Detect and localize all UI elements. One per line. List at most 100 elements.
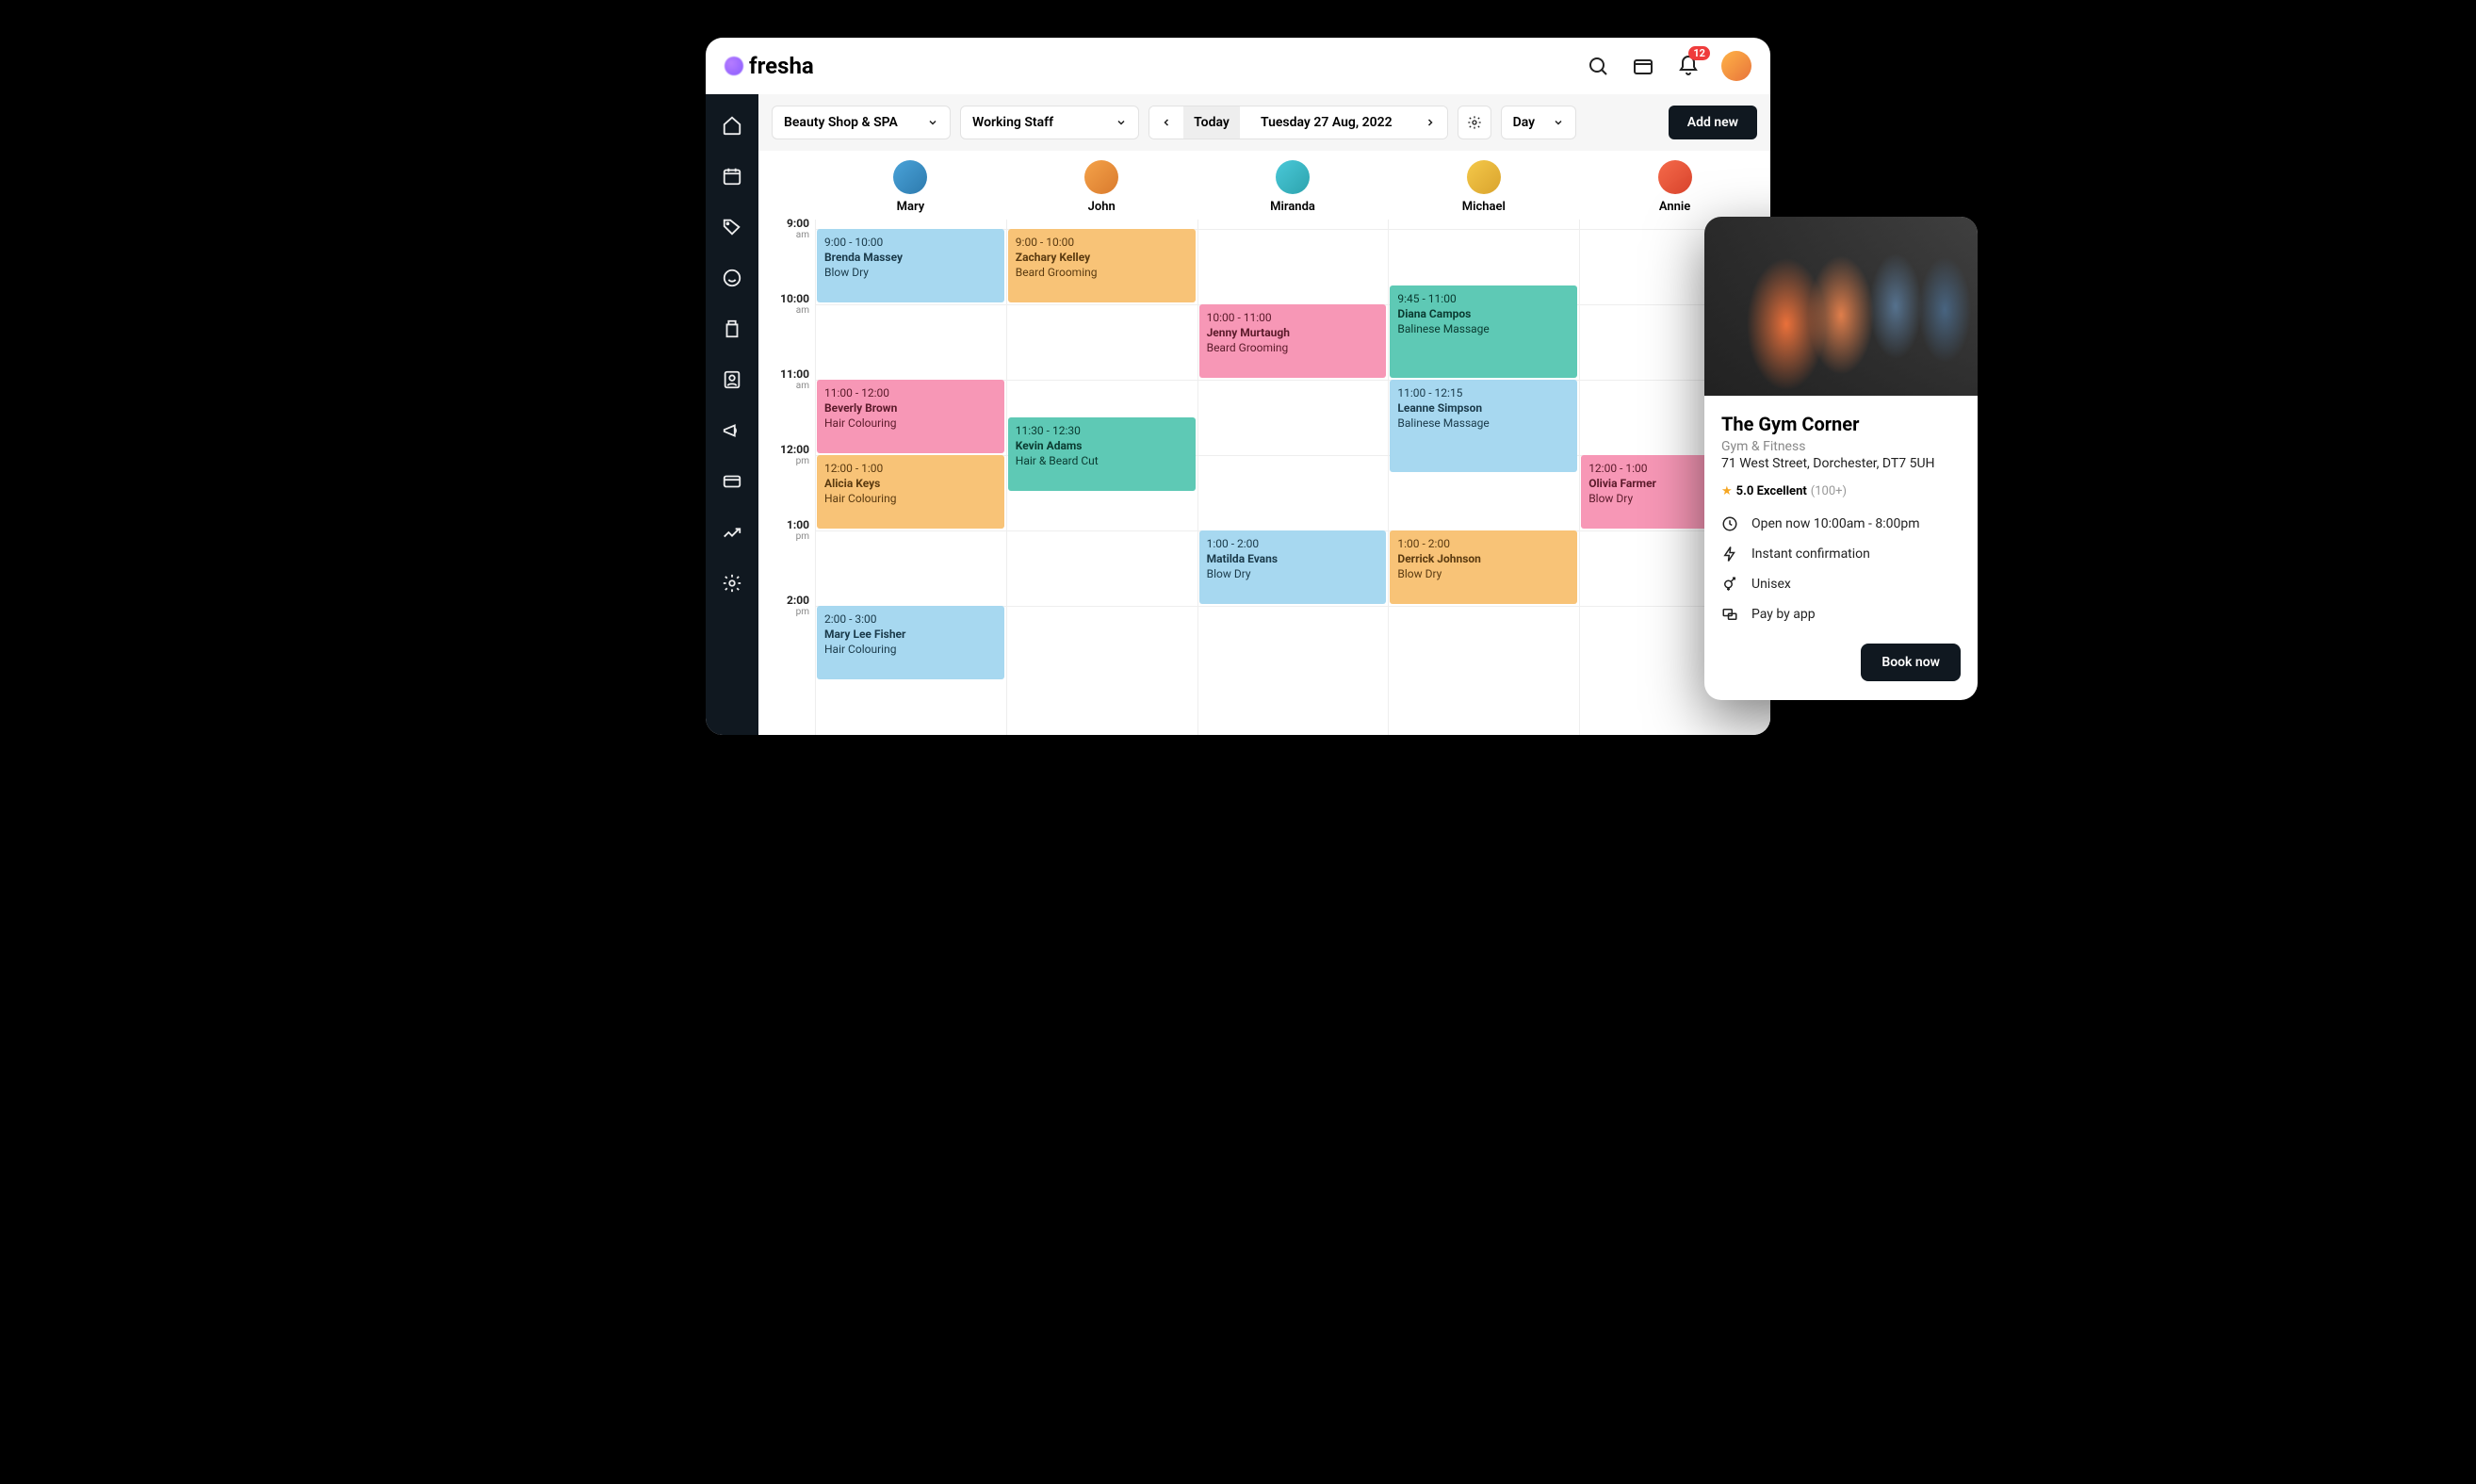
event-time: 9:00 - 10:00 <box>1016 235 1188 250</box>
staff-column <box>1197 220 1389 735</box>
book-now-button[interactable]: Book now <box>1861 644 1961 681</box>
location-dropdown[interactable]: Beauty Shop & SPA <box>772 106 951 139</box>
staff-avatar <box>1467 160 1501 194</box>
rating-score: 5.0 Excellent <box>1736 484 1807 498</box>
calendar-icon[interactable] <box>722 166 742 190</box>
staff-header[interactable]: Annie <box>1579 160 1770 214</box>
card-icon[interactable] <box>722 471 742 496</box>
event-time: 9:00 - 10:00 <box>824 235 997 250</box>
calendar-event[interactable]: 9:45 - 11:00Diana CamposBalinese Massage <box>1390 285 1577 378</box>
feature-hours: Open now 10:00am - 8:00pm <box>1721 515 1961 532</box>
venue-category: Gym & Fitness <box>1721 439 1961 454</box>
staff-filter-dropdown[interactable]: Working Staff <box>960 106 1139 139</box>
staff-header[interactable]: John <box>1006 160 1197 214</box>
event-time: 1:00 - 2:00 <box>1207 536 1379 551</box>
staff-avatar <box>1658 160 1692 194</box>
home-icon[interactable] <box>722 115 742 139</box>
calendar-event[interactable]: 1:00 - 2:00Derrick JohnsonBlow Dry <box>1390 530 1577 604</box>
staff-header[interactable]: Mary <box>815 160 1006 214</box>
event-client: Kevin Adams <box>1016 438 1188 453</box>
view-dropdown[interactable]: Day <box>1501 106 1576 139</box>
mobile-card: The Gym Corner Gym & Fitness 71 West Str… <box>1704 217 1978 700</box>
staff-name: Michael <box>1462 200 1506 214</box>
contact-icon[interactable] <box>722 369 742 394</box>
smile-icon[interactable] <box>722 268 742 292</box>
settings-icon[interactable] <box>722 573 742 597</box>
event-service: Beard Grooming <box>1016 265 1188 280</box>
time-label: 12:00pm <box>780 444 809 466</box>
calendar-event[interactable]: 9:00 - 10:00Zachary KelleyBeard Grooming <box>1008 229 1196 302</box>
feature-gender-text: Unisex <box>1751 577 1791 592</box>
product-icon[interactable] <box>722 318 742 343</box>
calendar-event[interactable]: 12:00 - 1:00Alicia KeysHair Colouring <box>817 455 1004 529</box>
gender-icon <box>1721 576 1738 593</box>
staff-name: Mary <box>897 200 925 214</box>
staff-avatar <box>1276 160 1310 194</box>
calendar-settings-button[interactable] <box>1458 106 1491 139</box>
event-time: 1:00 - 2:00 <box>1397 536 1570 551</box>
time-label: 2:00pm <box>787 595 809 617</box>
staff-name: Miranda <box>1270 200 1315 214</box>
feature-hours-text: Open now 10:00am - 8:00pm <box>1751 516 1920 531</box>
venue-title: The Gym Corner <box>1721 413 1961 435</box>
staff-header[interactable]: Michael <box>1388 160 1579 214</box>
feature-confirm: Instant confirmation <box>1721 546 1961 563</box>
megaphone-icon[interactable] <box>722 420 742 445</box>
event-service: Beard Grooming <box>1207 340 1379 355</box>
sidebar <box>706 94 758 735</box>
calendar-event[interactable]: 2:00 - 3:00Mary Lee FisherHair Colouring <box>817 606 1004 679</box>
next-day-button[interactable] <box>1413 106 1447 139</box>
calendar-event[interactable]: 10:00 - 11:00Jenny MurtaughBeard Groomin… <box>1199 304 1387 378</box>
event-client: Derrick Johnson <box>1397 551 1570 566</box>
current-date[interactable]: Tuesday 27 Aug, 2022 <box>1240 106 1413 139</box>
calendar-event[interactable]: 11:30 - 12:30Kevin AdamsHair & Beard Cut <box>1008 417 1196 491</box>
event-client: Matilda Evans <box>1207 551 1379 566</box>
event-client: Jenny Murtaugh <box>1207 325 1379 340</box>
star-icon: ★ <box>1721 484 1733 498</box>
wallet-icon[interactable] <box>1631 54 1655 78</box>
event-client: Zachary Kelley <box>1016 250 1188 265</box>
search-icon[interactable] <box>1586 54 1610 78</box>
main: Beauty Shop & SPA Working Staff Today Tu… <box>758 94 1770 735</box>
app-window: fresha 12 <box>706 38 1770 735</box>
location-label: Beauty Shop & SPA <box>784 115 898 130</box>
device-pay-icon <box>1721 606 1738 623</box>
logo-icon <box>725 57 743 75</box>
prev-day-button[interactable] <box>1149 106 1183 139</box>
event-service: Balinese Massage <box>1397 416 1570 431</box>
analytics-icon[interactable] <box>722 522 742 546</box>
event-time: 12:00 - 1:00 <box>824 461 997 476</box>
event-service: Balinese Massage <box>1397 321 1570 336</box>
calendar-event[interactable]: 1:00 - 2:00Matilda EvansBlow Dry <box>1199 530 1387 604</box>
event-time: 10:00 - 11:00 <box>1207 310 1379 325</box>
chevron-down-icon <box>1116 117 1127 128</box>
venue-address: 71 West Street, Dorchester, DT7 5UH <box>1721 456 1961 471</box>
staff-header[interactable]: Miranda <box>1197 160 1389 214</box>
venue-rating: ★ 5.0 Excellent (100+) <box>1721 484 1961 498</box>
event-time: 2:00 - 3:00 <box>824 612 997 627</box>
grid-body[interactable]: 9:00 - 10:00Brenda MasseyBlow Dry9:00 - … <box>815 220 1770 735</box>
staff-avatar <box>1084 160 1118 194</box>
feature-pay: Pay by app <box>1721 606 1961 623</box>
add-new-button[interactable]: Add new <box>1669 106 1757 139</box>
event-service: Hair Colouring <box>824 491 997 506</box>
time-label: 9:00am <box>787 218 809 240</box>
venue-details: The Gym Corner Gym & Fitness 71 West Str… <box>1704 396 1978 700</box>
app-body: Beauty Shop & SPA Working Staff Today Tu… <box>706 94 1770 735</box>
notifications-icon[interactable]: 12 <box>1676 54 1701 78</box>
staff-filter-label: Working Staff <box>972 115 1053 130</box>
clock-icon <box>1721 515 1738 532</box>
calendar-event[interactable]: 11:00 - 12:15Leanne SimpsonBalinese Mass… <box>1390 380 1577 472</box>
notification-badge: 12 <box>1688 46 1710 60</box>
bolt-icon <box>1721 546 1738 563</box>
topbar: fresha 12 <box>706 38 1770 94</box>
event-service: Blow Dry <box>1207 566 1379 581</box>
today-button[interactable]: Today <box>1183 106 1240 139</box>
user-avatar[interactable] <box>1721 51 1751 81</box>
tag-icon[interactable] <box>722 217 742 241</box>
calendar-event[interactable]: 11:00 - 12:00Beverly BrownHair Colouring <box>817 380 1004 453</box>
calendar: MaryJohnMirandaMichaelAnnie 9:00am10:00a… <box>758 151 1770 735</box>
calendar-event[interactable]: 9:00 - 10:00Brenda MasseyBlow Dry <box>817 229 1004 302</box>
event-client: Leanne Simpson <box>1397 400 1570 416</box>
logo: fresha <box>725 53 814 79</box>
